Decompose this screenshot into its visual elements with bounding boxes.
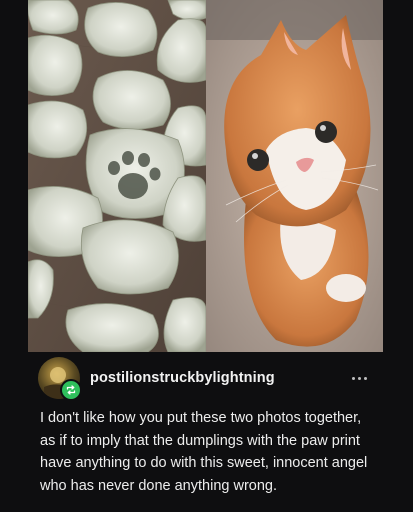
username-link[interactable]: postilionstruckbylightning: [90, 370, 346, 386]
ellipsis-dot: [358, 376, 361, 380]
ellipsis-icon[interactable]: [346, 373, 373, 384]
dumplings-photo[interactable]: [28, 0, 206, 352]
kitten-photo[interactable]: [206, 0, 383, 352]
reblog-icon: [60, 379, 82, 401]
ellipsis-dot: [364, 376, 367, 380]
post-body-text: I don't like how you put these two photo…: [40, 410, 368, 494]
avatar[interactable]: [38, 357, 82, 401]
post-image[interactable]: [28, 0, 383, 352]
ellipsis-dot: [352, 376, 355, 380]
post-header: postilionstruckbylightning: [38, 356, 373, 401]
